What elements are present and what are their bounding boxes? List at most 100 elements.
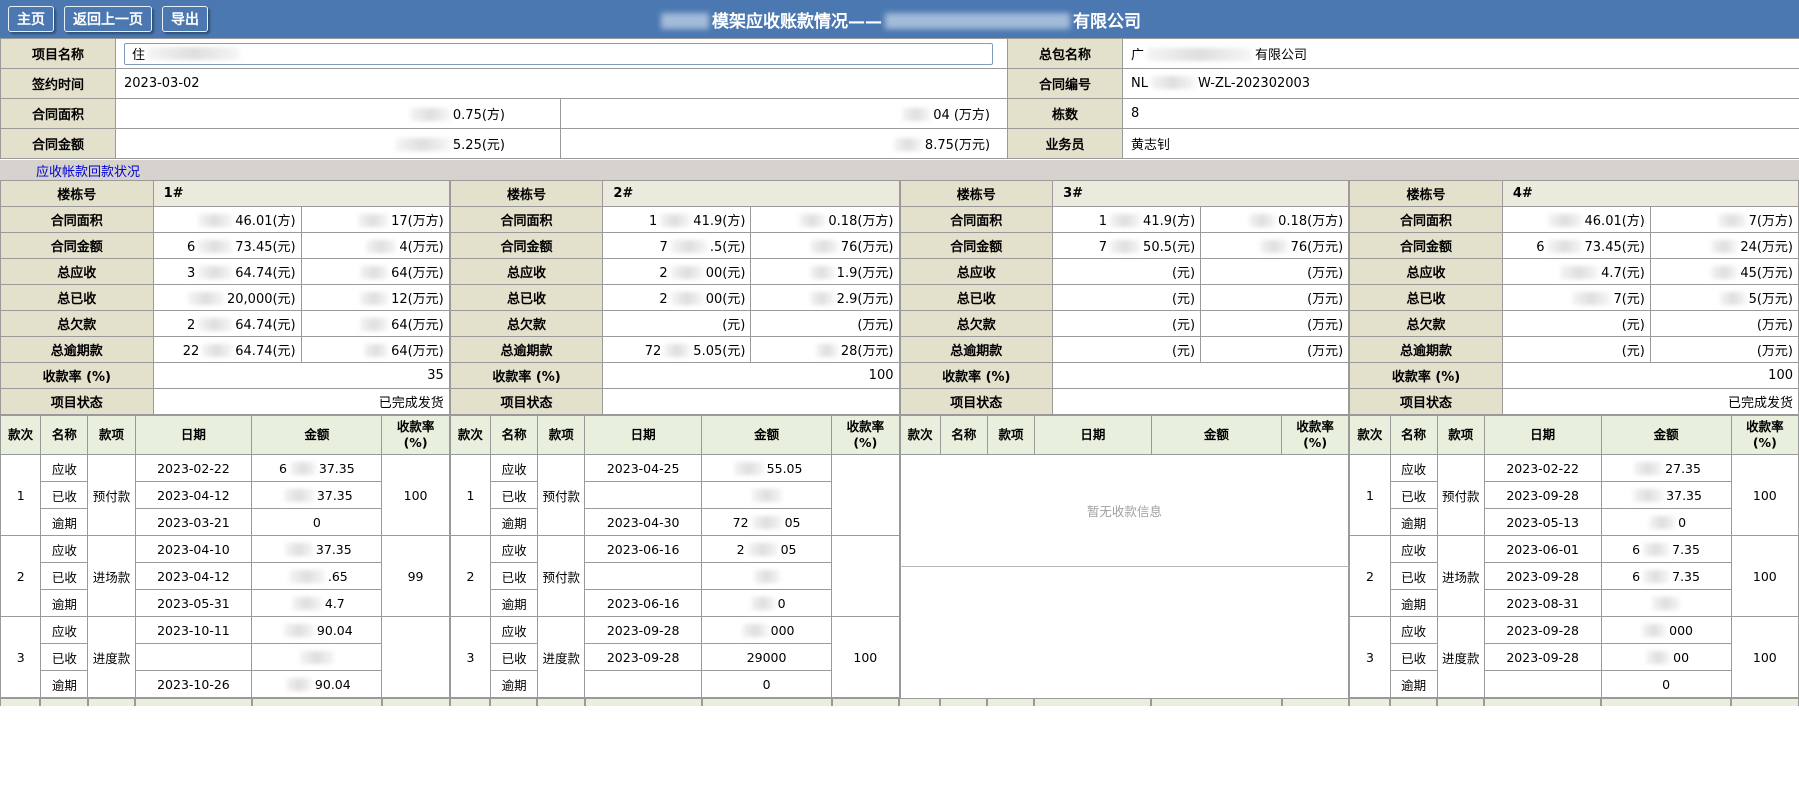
payment-line-name: 逾期 [41, 590, 88, 617]
redaction-blur [748, 543, 778, 556]
table-row: 3应收进度款2023-10-1190.04 [1, 617, 450, 644]
receivable-status-link[interactable]: 应收帐款回款状况 [36, 161, 140, 180]
building-summary-table: 楼栋号3#合同面积141.9(方)0.18(万方)合同金额750.5(元)76(… [900, 180, 1350, 415]
payment-date: 2023-08-31 [1484, 590, 1601, 617]
payment-item: 预付款 [1437, 455, 1484, 536]
summary-value-cell: 264.74(元) [153, 311, 301, 337]
payment-date: 2023-06-01 [1484, 536, 1601, 563]
payment-date: 2023-09-28 [1484, 563, 1601, 590]
summary-value-cell: (元) [1053, 311, 1201, 337]
redaction-blur [1249, 214, 1275, 227]
project-status-label: 项目状态 [1, 389, 154, 415]
redaction-blur [364, 344, 388, 357]
detail-column-header: 金额 [1151, 416, 1281, 455]
detail-column-header: 名称 [491, 416, 538, 455]
payment-line-name: 应收 [41, 455, 88, 482]
detail-column-header: 日期 [135, 416, 252, 455]
redaction-blur [671, 266, 703, 279]
building-number: 3# [1053, 181, 1349, 207]
payment-line-name: 逾期 [1390, 509, 1437, 536]
payment-amount: 0 [702, 590, 832, 617]
redaction-blur [1110, 214, 1140, 227]
building-number: 4# [1502, 181, 1798, 207]
redaction-blur [360, 266, 388, 279]
summary-row-label: 总欠款 [900, 311, 1053, 337]
summary-value-cell: (万元) [1650, 337, 1798, 363]
export-button[interactable]: 导出 [162, 6, 208, 32]
summary-value-cell: 7(万方) [1650, 207, 1798, 233]
payment-date [1484, 671, 1601, 698]
table-row: 合同金额 5.25(元) 8.75(万元) 业务员 黄志钊 [1, 129, 1799, 159]
payment-amount: 67.35 [1601, 563, 1731, 590]
building-number-label: 楼栋号 [900, 181, 1053, 207]
redaction-blur [1643, 570, 1669, 583]
summary-value-cell: 7(元) [1502, 285, 1650, 311]
redaction-blur [198, 214, 232, 227]
summary-value-cell: (元) [603, 311, 751, 337]
back-button[interactable]: 返回上一页 [64, 6, 152, 32]
summary-row-label: 总逾期款 [900, 337, 1053, 363]
detail-column-header: 收款率 (%) [1731, 416, 1798, 455]
payment-line-name: 应收 [1390, 455, 1437, 482]
summary-value-cell: (万元) [1201, 337, 1349, 363]
home-button[interactable]: 主页 [8, 6, 54, 32]
toolbar: 主页 返回上一页 导出 模架应收账款情况——有限公司 [0, 0, 1799, 38]
redaction-blur [1649, 516, 1675, 529]
payment-item: 进场款 [1437, 536, 1484, 617]
next-row-cell-sliver [0, 698, 40, 706]
project-status-label: 项目状态 [1350, 389, 1503, 415]
detail-column-header: 名称 [41, 416, 88, 455]
redaction-blur [1548, 214, 1582, 227]
payment-amount: 37.35 [252, 536, 382, 563]
summary-value-cell: 200(元) [603, 285, 751, 311]
summary-row-label: 总应收 [450, 259, 603, 285]
payment-line-name: 应收 [491, 455, 538, 482]
detail-column-header: 款项 [538, 416, 585, 455]
project-name-input[interactable]: 住 [124, 43, 993, 65]
payment-line-name: 逾期 [491, 509, 538, 536]
table-row: 签约时间 2023-03-02 合同编号 NLW-ZL-202302003 [1, 69, 1799, 99]
contract-no-label: 合同编号 [1008, 69, 1123, 99]
table-row: 1应收预付款2023-04-2555.05 [450, 455, 899, 482]
detail-column-header: 款次 [900, 416, 940, 455]
contract-no-value: NLW-ZL-202302003 [1123, 69, 1799, 99]
payment-seq: 2 [450, 536, 490, 617]
summary-row-label: 合同金额 [1, 233, 154, 259]
payment-amount: 37.35 [252, 482, 382, 509]
salesman-label: 业务员 [1008, 129, 1123, 159]
next-row-cell-sliver [135, 698, 252, 706]
project-name-cell: 住 [116, 39, 1008, 69]
redaction-blur [1147, 48, 1252, 61]
payment-date: 2023-06-16 [585, 536, 702, 563]
payment-line-name: 应收 [1390, 536, 1437, 563]
redaction-blur [894, 138, 922, 151]
summary-value-cell: 2.9(万元) [751, 285, 899, 311]
next-section-partial-row [0, 698, 1799, 706]
detail-column-header: 款次 [1350, 416, 1390, 455]
next-row-cell-sliver [450, 698, 490, 706]
payment-seq: 1 [450, 455, 490, 536]
summary-row-label: 总欠款 [450, 311, 603, 337]
collection-rate-value [1053, 363, 1349, 389]
redaction-blur [885, 13, 1070, 29]
payment-amount: 000 [702, 617, 832, 644]
table-row: 1应收预付款2023-02-22637.35100 [1, 455, 450, 482]
redaction-blur [292, 597, 322, 610]
payment-amount: 0 [1601, 509, 1731, 536]
summary-value-cell: 725.05(元) [603, 337, 751, 363]
summary-row-label: 总已收 [450, 285, 603, 311]
table-row: 项目名称 住 总包名称 广有限公司 [1, 39, 1799, 69]
payment-seq: 3 [450, 617, 490, 698]
redaction-blur [289, 570, 325, 583]
next-row-cell-sliver [1282, 698, 1349, 706]
payment-line-name: 已收 [491, 563, 538, 590]
payment-date [585, 563, 702, 590]
redaction-blur [742, 624, 768, 637]
summary-value-cell: (元) [1053, 337, 1201, 363]
summary-value-cell: 2264.74(元) [153, 337, 301, 363]
collection-rate-label: 收款率 (%) [900, 363, 1053, 389]
redaction-blur [1634, 462, 1662, 475]
redaction-blur [202, 344, 232, 357]
next-row-cell-sliver [1349, 698, 1389, 706]
redaction-blur [752, 489, 782, 502]
